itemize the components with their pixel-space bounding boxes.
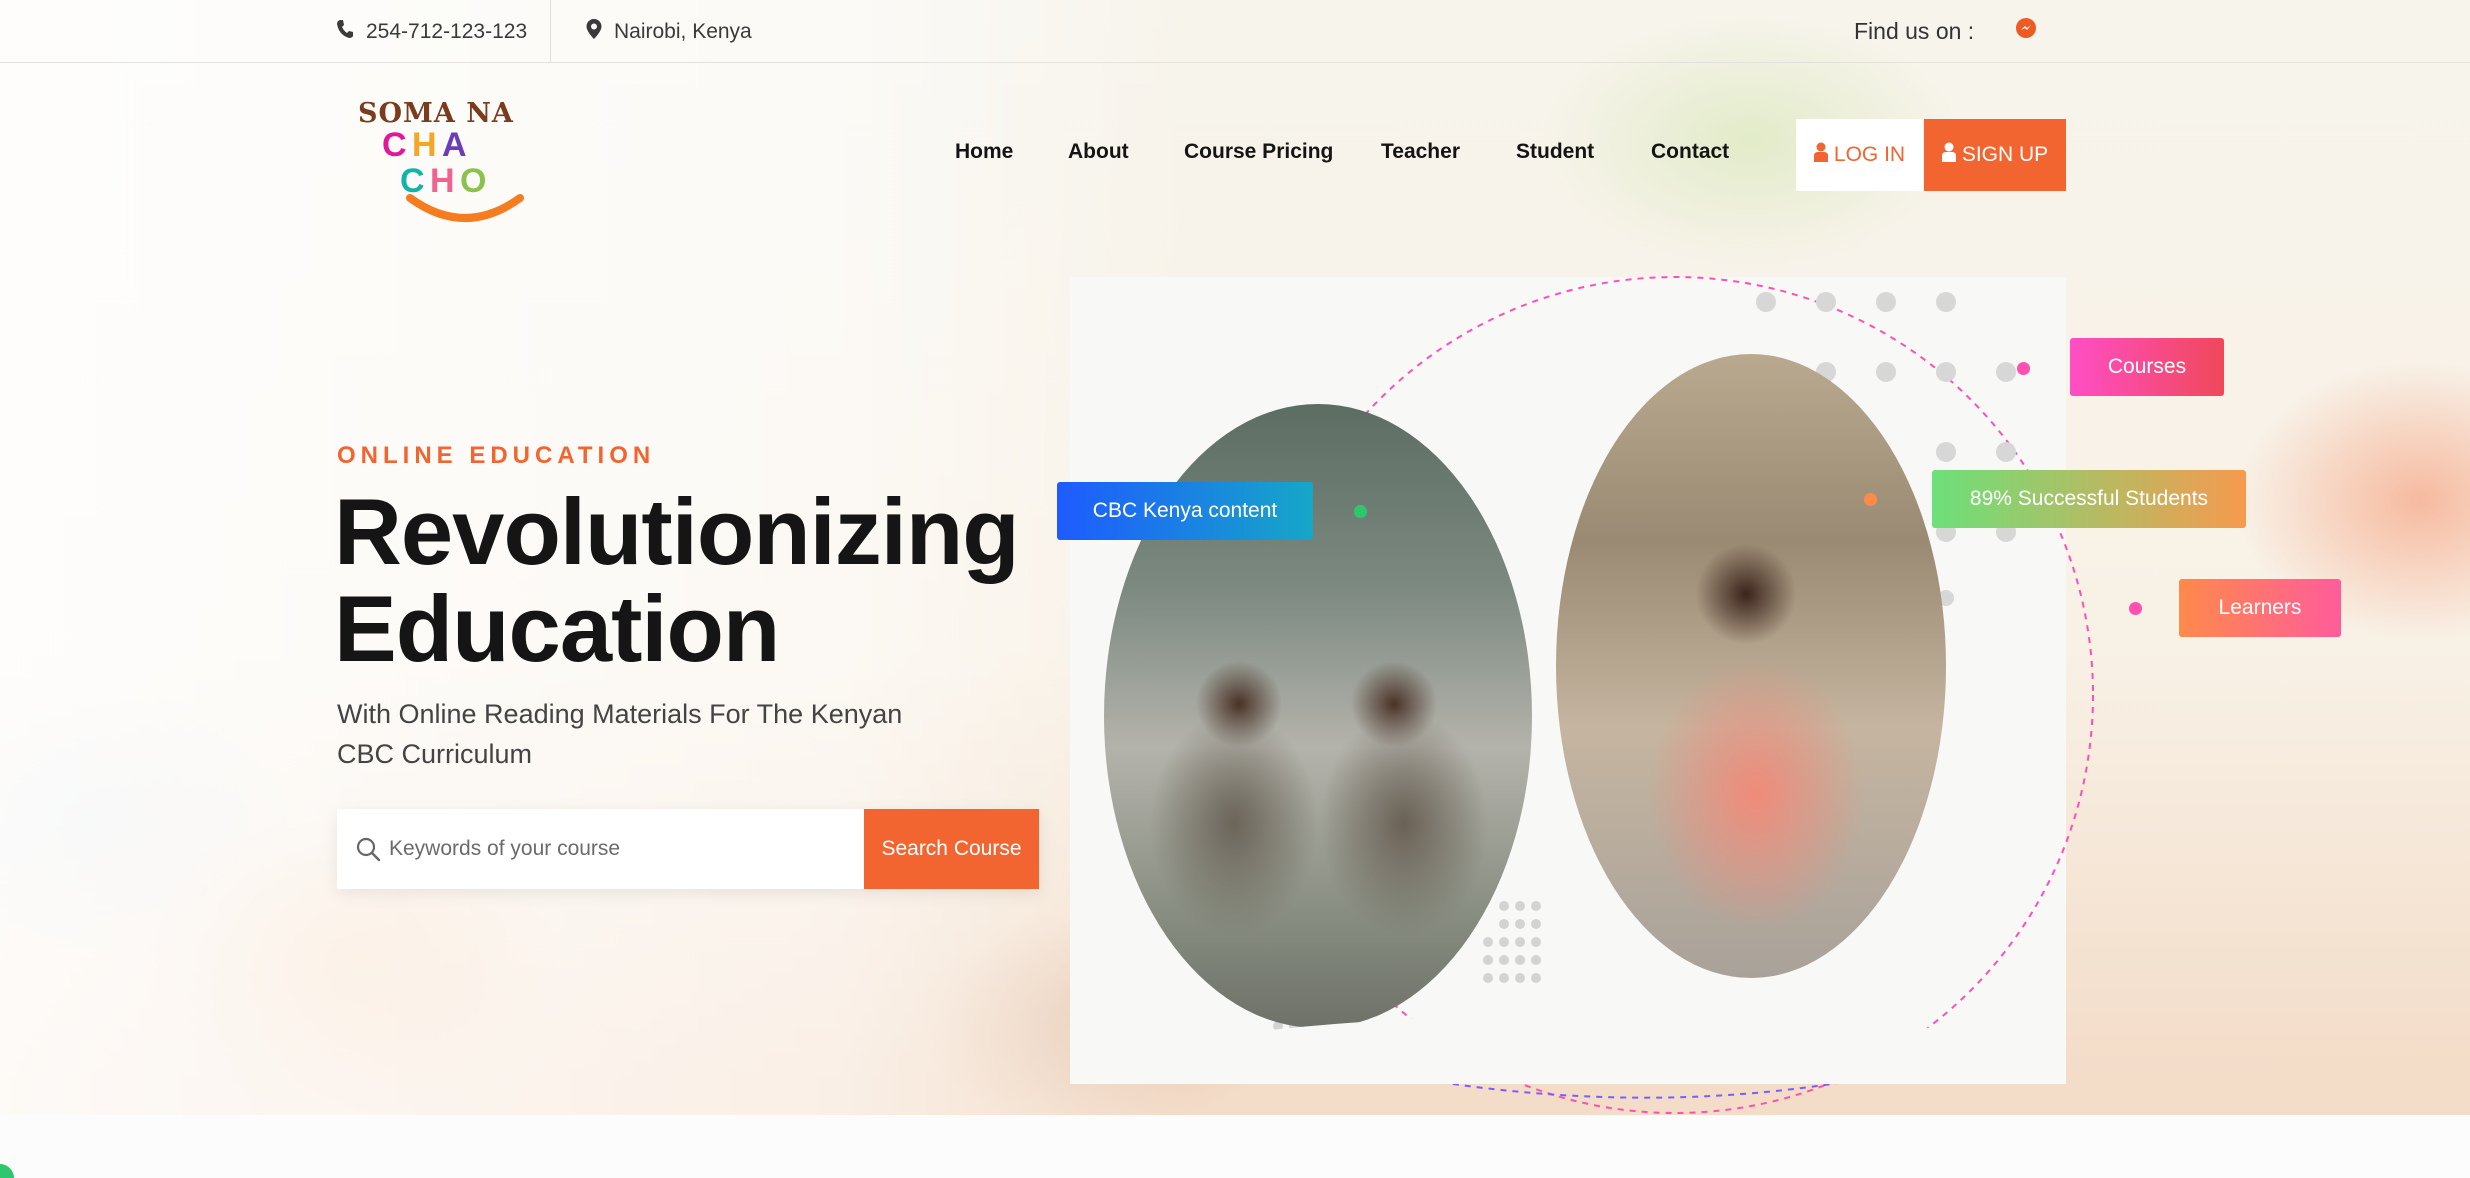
course-search: Search Course	[337, 809, 1039, 889]
search-input[interactable]	[389, 809, 859, 889]
teacher-photo	[1556, 354, 1946, 978]
login-button[interactable]: LOG IN	[1796, 119, 1923, 191]
badge-cbc-content: CBC Kenya content	[1057, 482, 1313, 540]
search-course-button[interactable]: Search Course	[864, 809, 1039, 889]
media-card-wave	[1070, 1014, 2066, 1084]
headline-line-2: Education	[334, 576, 780, 681]
user-icon	[1941, 142, 1956, 168]
messenger-icon[interactable]	[2016, 18, 2036, 38]
hero-eyebrow: ONLINE EDUCATION	[337, 442, 656, 469]
signup-button[interactable]: SIGN UP	[1924, 119, 2066, 191]
page: 254-712-123-123 Nairobi, Kenya Find us o…	[0, 0, 2470, 1178]
badge-learners: Learners	[2179, 579, 2341, 637]
map-pin-icon	[586, 18, 602, 45]
decorative-dot	[1354, 505, 1367, 518]
badge-successful-students: 89% Successful Students	[1932, 470, 2246, 528]
badge-courses: Courses	[2070, 338, 2224, 396]
decorative-dot	[2129, 602, 2142, 615]
hero-headline: Revolutionizing Education	[334, 483, 1094, 677]
nav-about[interactable]: About	[1068, 140, 1129, 164]
logo-text-top: SOMA NA	[358, 98, 514, 129]
site-logo[interactable]: SOMA NA C H A C H O	[356, 98, 576, 222]
nav-student[interactable]: Student	[1516, 140, 1594, 164]
login-label: LOG IN	[1833, 143, 1906, 166]
nav-teacher[interactable]: Teacher	[1381, 140, 1460, 164]
signup-label: SIGN UP	[1961, 143, 2049, 166]
nav-home[interactable]: Home	[955, 140, 1013, 164]
hero-subtitle: With Online Reading Materials For The Ke…	[337, 699, 903, 769]
location-text: Nairobi, Kenya	[614, 19, 752, 43]
phone-icon	[336, 19, 354, 45]
next-section	[0, 1115, 2470, 1178]
search-icon	[355, 836, 381, 862]
user-icon	[1813, 142, 1828, 168]
logo-graphic: C H A C H O	[378, 128, 568, 222]
find-us-label: Find us on :	[1854, 18, 1975, 44]
location-info: Nairobi, Kenya	[586, 0, 752, 63]
headline-line-1: Revolutionizing	[334, 479, 1020, 584]
phone-number: 254-712-123-123	[366, 19, 528, 43]
top-bar: 254-712-123-123 Nairobi, Kenya Find us o…	[0, 0, 2470, 63]
topbar-divider	[550, 0, 551, 63]
phone-info[interactable]: 254-712-123-123	[336, 0, 527, 63]
decorative-dot	[1864, 493, 1877, 506]
nav-course-pricing[interactable]: Course Pricing	[1184, 140, 1333, 164]
nav-contact[interactable]: Contact	[1651, 140, 1729, 164]
decorative-dot	[2017, 362, 2030, 375]
